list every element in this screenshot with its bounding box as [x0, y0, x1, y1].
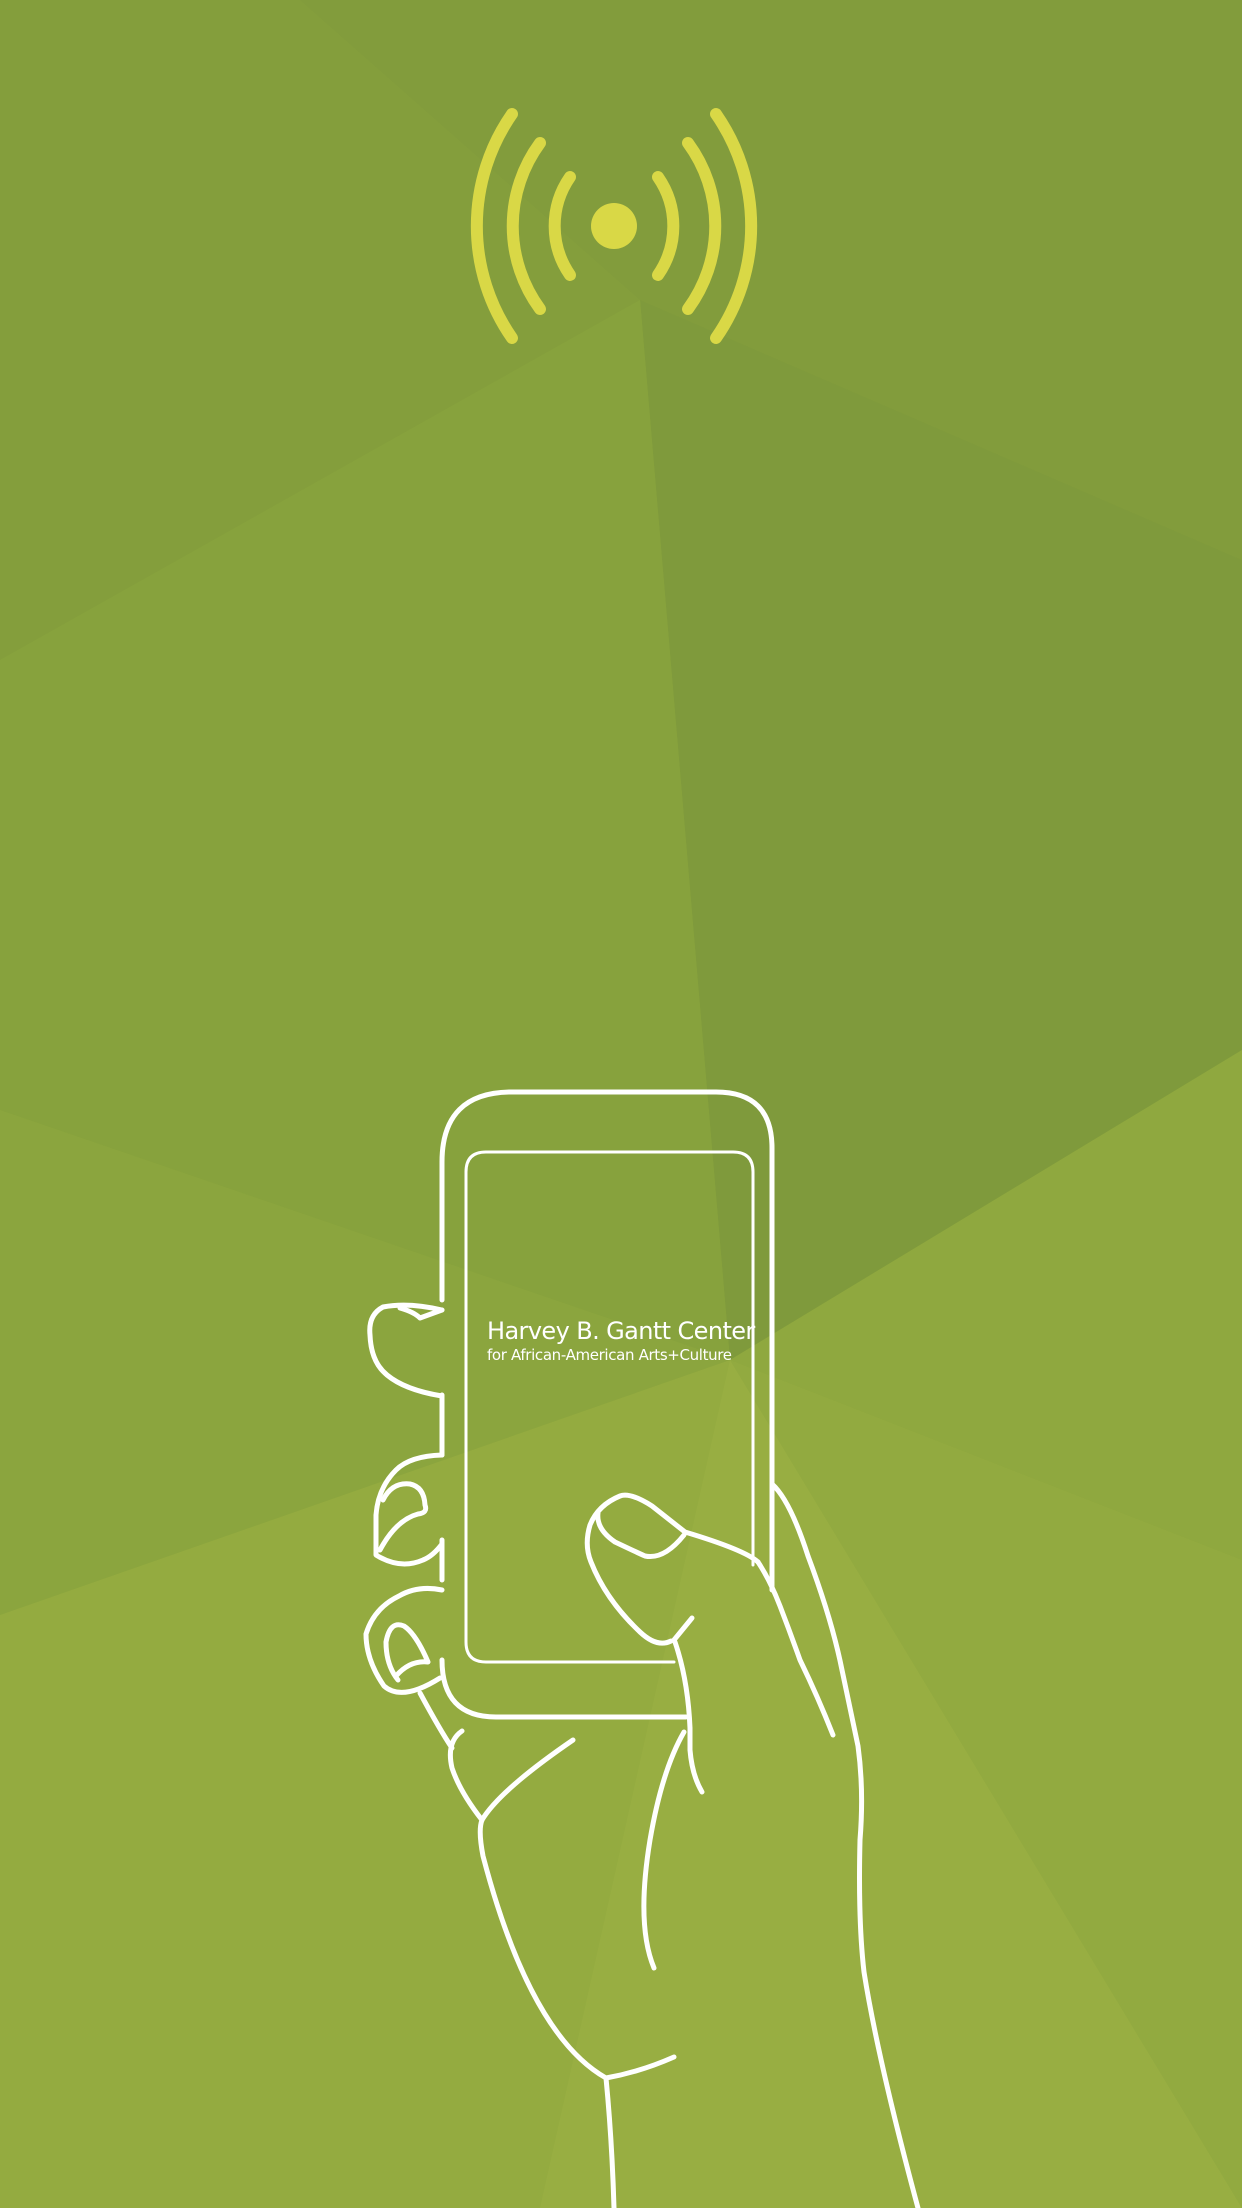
brand-title: Harvey B. Gantt Center — [487, 1317, 755, 1345]
smartphone-outline — [439, 1089, 775, 1720]
smartphone-in-hand-illustration — [363, 1089, 921, 2208]
splash-screen: Harvey B. Gantt Center for African-Ameri… — [0, 0, 1242, 2208]
smartphone-screen-outline — [464, 1150, 755, 1664]
illustration-layer — [363, 108, 921, 2208]
brand-subtitle: for African-American Arts+Culture — [487, 1346, 732, 1364]
hand-outline — [363, 1302, 921, 2208]
brand-logo: Harvey B. Gantt Center for African-Ameri… — [487, 1316, 787, 1364]
wireless-broadcast-icon — [470, 108, 758, 344]
